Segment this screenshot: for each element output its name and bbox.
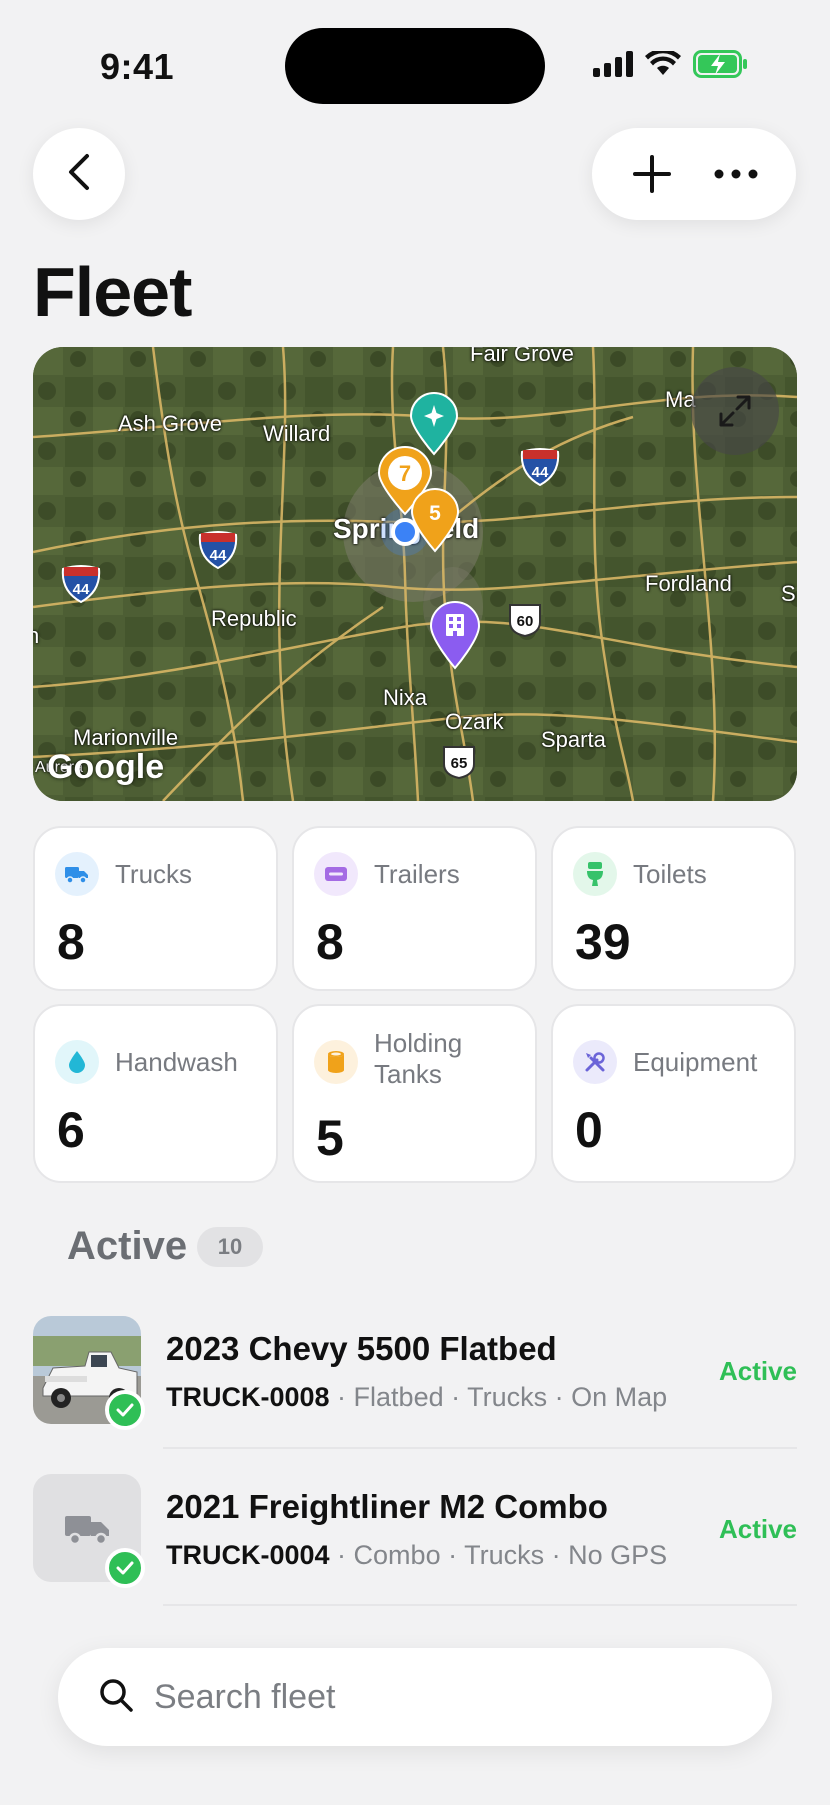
interstate-shield: 44 xyxy=(198,529,238,569)
us-route-shield: 60 xyxy=(507,602,543,638)
map-pin-purple[interactable] xyxy=(429,600,481,670)
battery-icon xyxy=(693,50,749,83)
dynamic-island xyxy=(285,28,545,104)
stat-card-equipment[interactable]: Equipment 0 xyxy=(551,1004,796,1183)
map-label-willard: Willard xyxy=(263,421,331,446)
search-icon xyxy=(98,1677,134,1718)
toilet-icon xyxy=(573,852,617,896)
vehicle-title: 2023 Chevy 5500 Flatbed xyxy=(166,1330,557,1367)
stat-card-toilets[interactable]: Toilets 39 xyxy=(551,826,796,991)
fleet-list-item[interactable]: 2021 Freightliner M2 Combo TRUCK-0004 · … xyxy=(33,1474,797,1588)
expand-map-button[interactable] xyxy=(691,367,779,455)
map-label-sparta: Sparta xyxy=(541,727,606,752)
stat-value: 39 xyxy=(575,914,631,970)
svg-text:44: 44 xyxy=(532,464,549,481)
vehicle-status: Active xyxy=(718,1356,797,1386)
interstate-shield: 44 xyxy=(61,563,101,603)
vehicle-meta: · Flatbed · Trucks · On Map xyxy=(329,1382,668,1412)
vehicle-title: 2021 Freightliner M2 Combo xyxy=(166,1488,608,1525)
status-icons xyxy=(593,48,749,83)
stat-card-trailers[interactable]: Trailers 8 xyxy=(292,826,537,991)
vehicle-status: Active xyxy=(718,1514,797,1544)
vehicle-id: TRUCK-0004 xyxy=(166,1540,330,1570)
svg-text:65: 65 xyxy=(451,755,468,772)
stat-card-trucks[interactable]: Trucks 8 xyxy=(33,826,278,991)
fleet-map[interactable]: Fair Grove Ash Grove Willard Ma Springfi… xyxy=(33,347,797,801)
vehicle-meta: · Combo · Trucks · No GPS xyxy=(329,1540,668,1570)
stat-label: Trucks xyxy=(115,859,193,889)
stat-label: Handwash xyxy=(115,1047,238,1077)
water-drop-icon xyxy=(55,1040,99,1084)
fleet-list-item[interactable]: 2023 Chevy 5500 Flatbed TRUCK-0008 · Fla… xyxy=(33,1316,797,1430)
map-label-ozark: Ozark xyxy=(445,709,504,734)
vehicle-subtitle: TRUCK-0008 · Flatbed · Trucks · On Map xyxy=(166,1382,667,1413)
signal-icon xyxy=(593,51,633,82)
stat-card-holding-tanks[interactable]: Holding Tanks 5 xyxy=(292,1004,537,1183)
list-divider xyxy=(163,1604,797,1606)
expand-icon xyxy=(719,395,751,427)
map-label-nixa: Nixa xyxy=(383,685,428,710)
chevron-left-icon xyxy=(65,152,93,197)
stat-label: Equipment xyxy=(633,1047,758,1077)
plus-icon xyxy=(633,155,671,193)
stat-value: 5 xyxy=(316,1110,344,1166)
stat-value: 0 xyxy=(575,1102,603,1158)
map-label-republic: Republic xyxy=(211,606,297,631)
map-label-fair-grove: Fair Grove xyxy=(470,347,574,366)
status-check-icon xyxy=(105,1390,145,1430)
map-label-edge-n: n xyxy=(33,623,40,648)
map-label-edge-s: S xyxy=(781,581,796,606)
search-bar[interactable] xyxy=(58,1648,772,1746)
back-button[interactable] xyxy=(33,128,125,220)
tank-icon xyxy=(314,1040,358,1084)
active-count-badge: 10 xyxy=(197,1227,263,1267)
stat-value: 6 xyxy=(57,1102,85,1158)
status-time: 9:41 xyxy=(100,46,175,87)
status-check-icon xyxy=(105,1548,145,1588)
stat-value: 8 xyxy=(57,914,85,970)
map-label-ash-grove: Ash Grove xyxy=(118,411,222,436)
svg-text:44: 44 xyxy=(210,547,227,564)
stat-label: Trailers xyxy=(374,859,460,889)
more-button[interactable] xyxy=(706,144,766,204)
trailer-icon xyxy=(314,852,358,896)
add-button[interactable] xyxy=(622,144,682,204)
wifi-icon xyxy=(645,48,681,82)
svg-text:7: 7 xyxy=(399,461,411,486)
vehicle-id: TRUCK-0008 xyxy=(166,1382,330,1412)
list-divider xyxy=(163,1447,797,1449)
ellipsis-icon xyxy=(714,169,758,179)
vehicle-subtitle: TRUCK-0004 · Combo · Trucks · No GPS xyxy=(166,1540,667,1571)
svg-text:5: 5 xyxy=(429,502,441,525)
svg-text:44: 44 xyxy=(73,581,90,598)
page-title: Fleet xyxy=(33,253,192,331)
us-route-shield: 65 xyxy=(441,744,477,780)
interstate-shield: 44 xyxy=(520,446,560,486)
section-title-active: Active xyxy=(67,1224,188,1268)
stat-label: Toilets xyxy=(633,859,707,889)
svg-text:60: 60 xyxy=(517,613,534,630)
google-attribution: Google xyxy=(47,748,165,786)
truck-icon xyxy=(55,852,99,896)
stat-value: 8 xyxy=(316,914,344,970)
map-label-fordland: Fordland xyxy=(645,571,732,596)
map-pin-cluster[interactable]: 5 xyxy=(410,487,460,553)
stat-card-handwash[interactable]: Handwash 6 xyxy=(33,1004,278,1183)
search-input[interactable] xyxy=(154,1677,714,1717)
header-actions xyxy=(592,128,796,220)
tools-icon xyxy=(573,1040,617,1084)
stat-label: Holding Tanks xyxy=(374,1028,463,1089)
